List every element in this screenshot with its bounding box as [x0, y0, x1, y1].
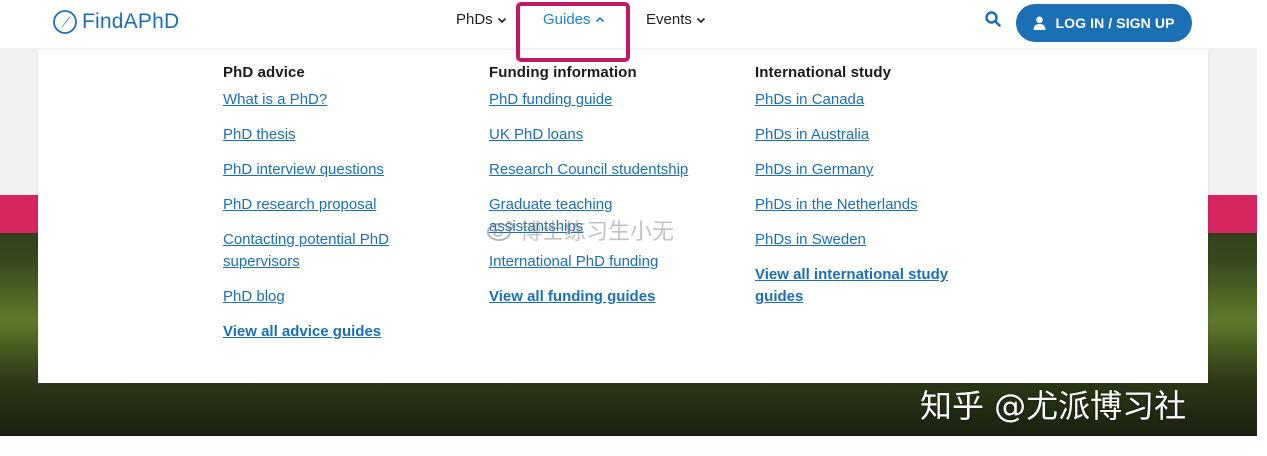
chevron-up-icon: [595, 16, 604, 22]
login-signup-button[interactable]: LOG IN / SIGN UP: [1016, 4, 1192, 42]
brand-name: FindAPhD: [82, 10, 180, 33]
link-phd-thesis[interactable]: PhD thesis: [223, 124, 453, 146]
link-phds-in-canada[interactable]: PhDs in Canada: [755, 89, 995, 111]
column-phd-advice: PhD advice What is a PhD? PhD thesis PhD…: [223, 64, 453, 356]
chevron-down-icon: [497, 17, 506, 23]
link-view-all-international[interactable]: View all international study guides: [755, 264, 985, 308]
search-icon[interactable]: [984, 10, 1002, 28]
column-heading: Funding information: [489, 64, 637, 81]
link-phd-interview-questions[interactable]: PhD interview questions: [223, 159, 453, 181]
link-contacting-supervisors[interactable]: Contacting potential PhD supervisors: [223, 229, 433, 273]
login-signup-label: LOG IN / SIGN UP: [1055, 15, 1175, 31]
compass-logo-icon: [53, 10, 77, 34]
link-uk-phd-loans[interactable]: UK PhD loans: [489, 124, 739, 146]
nav-events-label: Events: [646, 11, 692, 28]
link-what-is-a-phd[interactable]: What is a PhD?: [223, 89, 453, 111]
column-heading: International study: [755, 64, 892, 81]
link-phd-research-proposal[interactable]: PhD research proposal: [223, 194, 453, 216]
weibo-icon: [487, 221, 514, 241]
center-watermark-text: 博士练习生小无: [520, 220, 675, 245]
column-international-study: International study PhDs in Canada PhDs …: [755, 64, 995, 321]
column-funding-information: Funding information PhD funding guide UK…: [489, 64, 739, 321]
user-icon: [1033, 16, 1046, 30]
corner-watermark: 知乎 @尤派博习社: [920, 387, 1187, 425]
link-view-all-advice[interactable]: View all advice guides: [223, 321, 453, 343]
link-phds-in-germany[interactable]: PhDs in Germany: [755, 159, 995, 181]
link-phd-funding-guide[interactable]: PhD funding guide: [489, 89, 739, 111]
site-logo[interactable]: FindAPhD: [52, 9, 179, 35]
nav-events[interactable]: Events: [646, 11, 706, 28]
link-phds-in-australia[interactable]: PhDs in Australia: [755, 124, 995, 146]
link-phds-in-sweden[interactable]: PhDs in Sweden: [755, 229, 995, 251]
nav-phds[interactable]: PhDs: [456, 11, 507, 28]
center-watermark: 博士练习生小无: [486, 214, 674, 246]
column-heading: PhD advice: [223, 64, 305, 81]
link-international-phd-funding[interactable]: International PhD funding: [489, 251, 739, 273]
nav-guides[interactable]: Guides: [543, 11, 605, 28]
link-research-council-studentship[interactable]: Research Council studentship: [489, 159, 739, 181]
chevron-down-icon: [696, 17, 705, 23]
nav-guides-label: Guides: [543, 11, 591, 28]
pink-band-right: [1208, 195, 1257, 233]
link-phd-blog[interactable]: PhD blog: [223, 286, 453, 308]
pink-band-left: [0, 195, 38, 233]
nav-phds-label: PhDs: [456, 11, 493, 28]
link-view-all-funding[interactable]: View all funding guides: [489, 286, 739, 308]
link-phds-in-netherlands[interactable]: PhDs in the Netherlands: [755, 194, 995, 216]
top-navigation: FindAPhD PhDs Guides Events LOG IN / SIG…: [0, 0, 1267, 48]
